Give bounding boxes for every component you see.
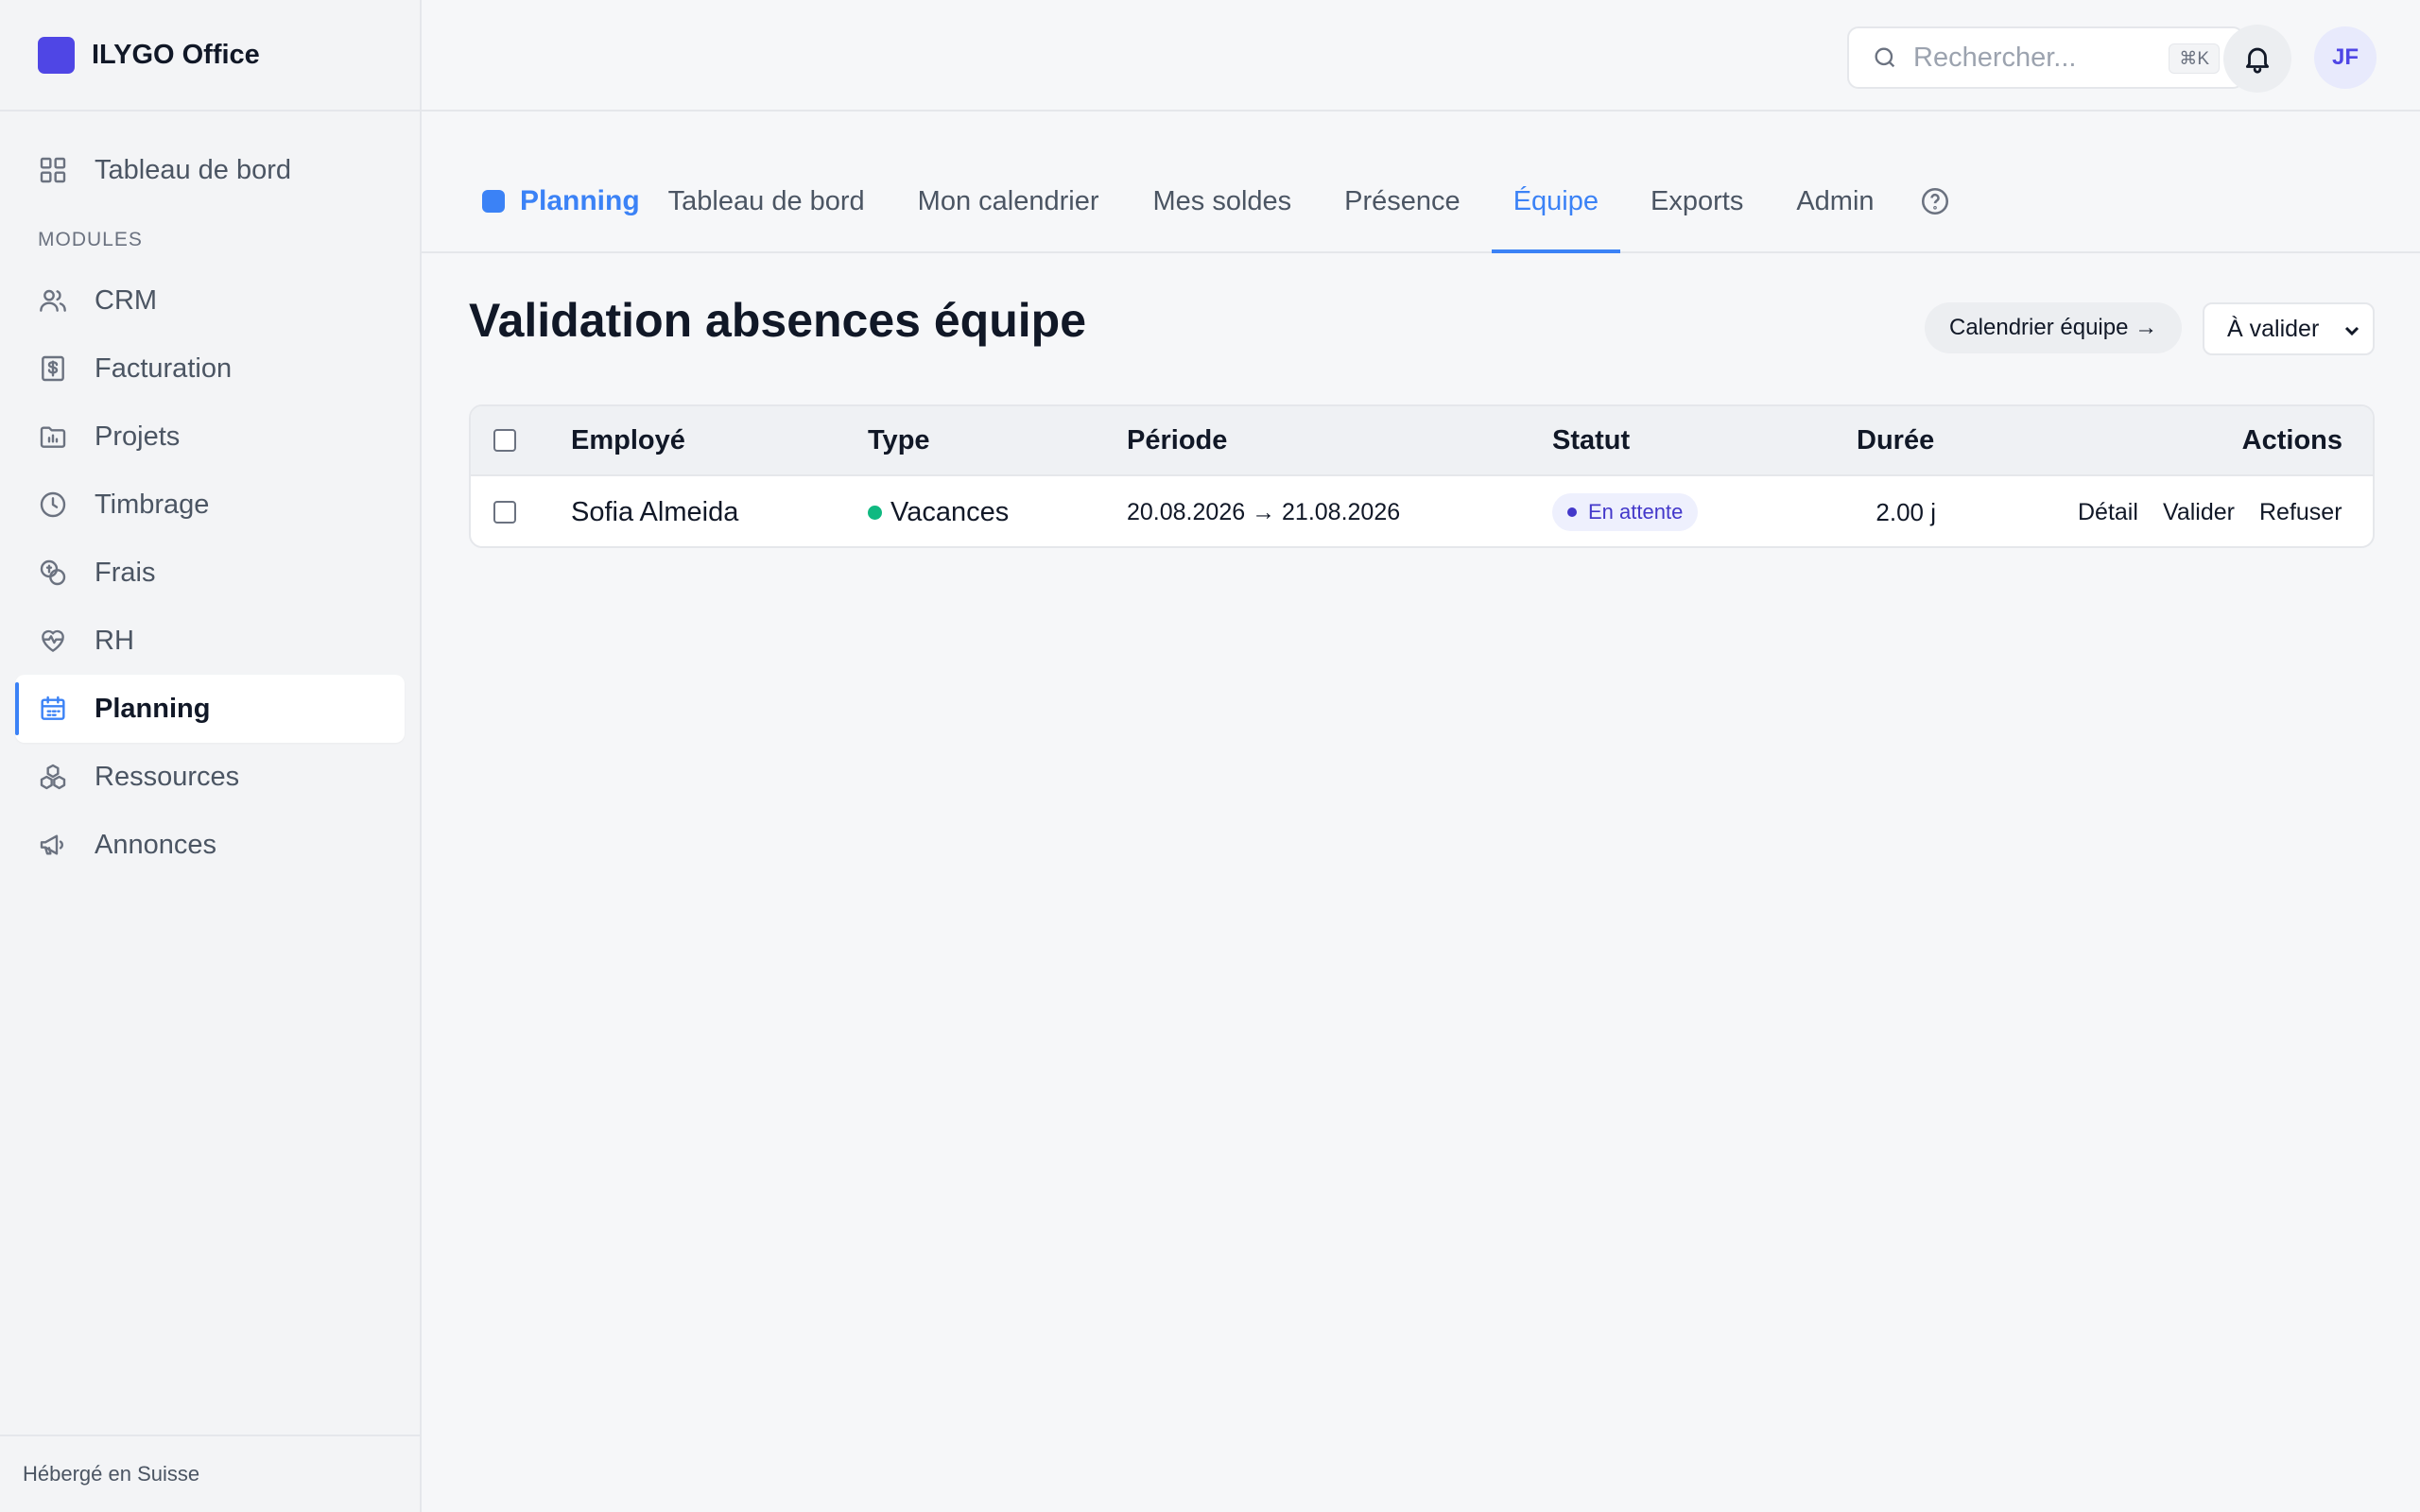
hosting-note: Hébergé en Suisse [0, 1435, 420, 1512]
tab-mon-calendrier[interactable]: Mon calendrier [887, 168, 1121, 234]
tab-tableau-de-bord[interactable]: Tableau de bord [663, 168, 887, 234]
search-icon [1875, 47, 1895, 68]
row-select-cell [493, 476, 516, 546]
row-select-checkbox[interactable] [493, 501, 516, 524]
employee-name: Sofia Almeida [571, 496, 739, 527]
status-badge-label: En attente [1588, 500, 1684, 524]
sidebar-item-tableau-de-bord[interactable]: Tableau de bord [15, 136, 405, 204]
brand-name: ILYGO Office [92, 39, 260, 70]
sidebar-item-crm[interactable]: CRM [15, 266, 405, 335]
sidebar-item-projets[interactable]: Projets [15, 403, 405, 471]
tab-exports[interactable]: Exports [1620, 168, 1765, 234]
help-button[interactable] [1896, 168, 1951, 234]
module-title-label: Planning [520, 185, 640, 216]
status-badge: En attente [1552, 493, 1699, 531]
notifications-button[interactable] [2223, 25, 2291, 93]
search-input[interactable] [1913, 42, 2121, 74]
page-title: Validation absences équipe [469, 294, 1087, 347]
status-cell: En attente [1552, 476, 1699, 546]
absence-type: Vacances [868, 476, 1010, 546]
sidebar-item-planning[interactable]: Planning [15, 675, 405, 743]
tab-presence[interactable]: Présence [1313, 168, 1482, 234]
invoice-dollar-icon [38, 353, 68, 384]
column-header-status[interactable]: Statut [1552, 406, 1630, 474]
absence-duration: 2.00 j [1876, 497, 1936, 526]
sidebar: ILYGO Office Tableau de bord MODULES CRM [0, 0, 422, 1512]
sidebar-item-label: CRM [95, 284, 158, 316]
sidebar-item-label: Planning [95, 693, 211, 724]
column-header-period[interactable]: Période [1127, 406, 1227, 474]
column-header-actions: Actions [2241, 424, 2342, 455]
clock-icon [38, 490, 68, 520]
search-shortcut-hint: ⌘K [2169, 43, 2220, 74]
approve-button[interactable]: Valider [2163, 476, 2235, 546]
sidebar-item-label: Tableau de bord [95, 154, 291, 185]
absence-type-dot [868, 505, 882, 520]
tab-mes-soldes[interactable]: Mes soldes [1121, 168, 1314, 234]
bell-icon [2245, 47, 2270, 74]
sidebar-item-annonces[interactable]: Annonces [15, 811, 405, 879]
user-avatar[interactable]: JF [2314, 26, 2377, 89]
absence-period: 20.08.2026 → 21.08.2026 [1127, 498, 1401, 525]
tab-equipe[interactable]: Équipe [1491, 168, 1621, 253]
users-icon [38, 285, 68, 316]
calendar-icon [38, 694, 68, 724]
sidebar-item-label: Timbrage [95, 489, 210, 520]
sidebar-item-facturation[interactable]: Facturation [15, 335, 405, 403]
sidebar-section-label: MODULES [38, 229, 143, 250]
sidebar-nav: Tableau de bord MODULES CRM Facturation [0, 112, 420, 879]
select-all-cell [493, 406, 516, 474]
column-header-duration[interactable]: Durée [1857, 406, 1934, 474]
brand-logo [38, 36, 75, 74]
status-filter-select[interactable]: À valider [2203, 302, 2375, 355]
brand[interactable]: ILYGO Office [0, 0, 420, 112]
team-calendar-button[interactable]: Calendrier équipe → [1925, 302, 2183, 353]
app-root: ILYGO Office Tableau de bord MODULES CRM [0, 0, 2420, 1512]
planning-tabs: Planning Tableau de bord Mon calendrier … [422, 168, 2420, 253]
sidebar-item-frais[interactable]: Frais [15, 539, 405, 607]
heart-pulse-icon [38, 626, 68, 656]
sidebar-item-label: Annonces [95, 829, 216, 860]
detail-link[interactable]: Détail [2078, 476, 2138, 546]
sidebar-item-label: Ressources [95, 761, 240, 792]
absence-type-label: Vacances [890, 496, 1010, 527]
status-filter-value: À valider [2227, 315, 2320, 342]
sidebar-item-label: Facturation [95, 352, 233, 384]
sidebar-item-label: RH [95, 625, 134, 656]
chevron-down-icon [2344, 326, 2360, 336]
select-all-checkbox[interactable] [493, 429, 516, 452]
search-box[interactable]: ⌘K [1847, 26, 2244, 89]
boxes-icon [38, 762, 68, 792]
coins-icon [38, 558, 68, 588]
sidebar-item-ressources[interactable]: Ressources [15, 743, 405, 811]
reject-button[interactable]: Refuser [2259, 476, 2342, 546]
module-title: Planning [482, 168, 640, 234]
sidebar-item-rh[interactable]: RH [15, 607, 405, 675]
help-circle-icon [1921, 187, 1948, 215]
sidebar-item-label: Frais [95, 557, 156, 588]
table-header-row: Employé Type Période Statut Durée Action… [471, 406, 2373, 476]
megaphone-icon [38, 830, 68, 860]
column-header-type[interactable]: Type [868, 406, 930, 474]
tab-admin[interactable]: Admin [1765, 168, 1895, 234]
absences-table: Employé Type Période Statut Durée Action… [469, 404, 2375, 548]
folder-chart-icon [38, 421, 68, 452]
planning-module-icon [482, 190, 505, 213]
table-row: Sofia Almeida Vacances 20.08.2026 → 21.0… [471, 476, 2373, 546]
column-header-employee[interactable]: Employé [571, 406, 685, 474]
sidebar-item-label: Projets [95, 421, 181, 452]
topbar: ⌘K JF [422, 0, 2420, 112]
dashboard-grid-icon [38, 155, 68, 185]
sidebar-item-timbrage[interactable]: Timbrage [15, 471, 405, 539]
status-badge-dot [1567, 507, 1577, 517]
